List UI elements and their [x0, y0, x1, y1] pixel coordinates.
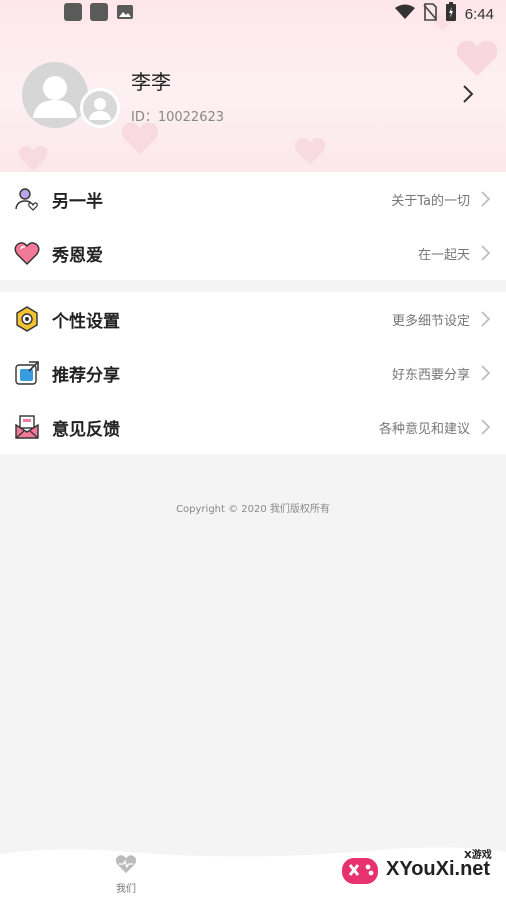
menu-item-desc: 好东西要分享	[391, 367, 470, 383]
share-icon	[15, 361, 39, 385]
user-name: 李李	[131, 70, 171, 94]
avatar[interactable]	[22, 62, 88, 128]
menu-group-settings: 个性设置 更多细节设定 推荐分享 好东西要分享 意见反馈 各种意见和建议	[0, 292, 506, 454]
app-notification-icon	[90, 3, 108, 21]
partner-icon	[15, 188, 38, 211]
heart-pulse-icon	[115, 855, 137, 874]
menu-item-desc: 关于Ta的一切	[391, 193, 470, 209]
user-id: ID：10022623	[131, 110, 225, 125]
image-icon	[116, 3, 134, 25]
menu-item-desc: 在一起天	[417, 247, 470, 263]
no-sim-icon	[423, 3, 437, 25]
decorative-heart-icon	[294, 137, 326, 165]
app-notification-icon	[64, 3, 82, 21]
menu-item-label: 推荐分享	[52, 365, 120, 386]
status-right-icons: 6:44	[394, 2, 494, 26]
menu-item-recommend-share[interactable]: 推荐分享 好东西要分享	[0, 346, 506, 400]
menu-item-label: 秀恩爱	[52, 245, 103, 266]
menu-item-feedback[interactable]: 意见反馈 各种意见和建议	[0, 400, 506, 454]
feedback-mail-icon	[15, 415, 39, 439]
menu-group-partner: 另一半 关于Ta的一切 秀恩爱 在一起天	[0, 172, 506, 280]
chevron-right-icon	[481, 419, 491, 435]
chevron-right-icon[interactable]	[458, 84, 478, 104]
status-left-icons	[64, 3, 134, 25]
chevron-right-icon	[481, 365, 491, 381]
chevron-right-icon	[481, 245, 491, 261]
person-icon	[33, 76, 77, 118]
status-time: 6:44	[464, 5, 494, 23]
wifi-icon	[394, 4, 415, 24]
menu-item-desc: 各种意见和建议	[378, 421, 470, 437]
tab-label: 我们	[116, 884, 136, 895]
menu-item-label: 个性设置	[52, 311, 120, 332]
chevron-right-icon	[481, 311, 491, 327]
copyright-text: Copyright © 2020 我们版权所有	[176, 504, 330, 515]
heart-icon	[14, 242, 40, 265]
couple-avatars[interactable]	[22, 62, 122, 132]
menu-item-desc: 更多细节设定	[391, 313, 470, 329]
battery-icon	[445, 2, 457, 26]
status-bar: 6:44	[0, 0, 506, 28]
menu-item-partner[interactable]: 另一半 关于Ta的一切	[0, 172, 506, 226]
game-controller-logo-icon	[342, 858, 378, 884]
chevron-right-icon	[481, 191, 491, 207]
menu-item-show-love[interactable]: 秀恩爱 在一起天	[0, 226, 506, 280]
decorative-heart-icon	[456, 40, 498, 77]
tab-us[interactable]: 我们	[100, 854, 152, 895]
menu-item-personal-settings[interactable]: 个性设置 更多细节设定	[0, 292, 506, 346]
menu-item-label: 另一半	[52, 191, 103, 212]
decorative-heart-icon	[121, 122, 159, 155]
watermark-text: XYouXi.net	[386, 858, 491, 880]
settings-icon	[16, 306, 38, 332]
person-icon	[89, 98, 111, 120]
partner-avatar[interactable]	[80, 88, 120, 128]
decorative-heart-icon	[18, 145, 48, 171]
menu-item-label: 意见反馈	[52, 419, 120, 440]
watermark: X游戏 XYouXi.net	[336, 840, 506, 900]
